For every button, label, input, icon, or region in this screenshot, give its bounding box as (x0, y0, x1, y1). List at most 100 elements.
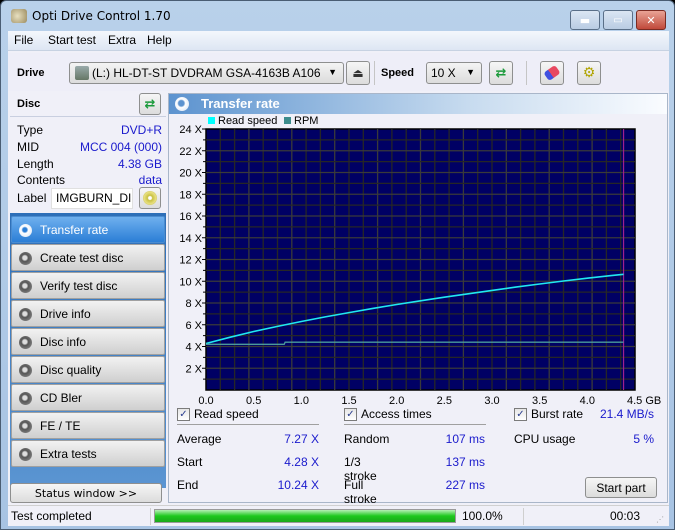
nav-label: CD Bler (40, 391, 83, 405)
status-divider (150, 508, 151, 525)
nav-disc-quality[interactable]: Disc quality (11, 356, 165, 383)
drive-info-icon (19, 308, 32, 321)
drive-label: Drive (17, 67, 45, 79)
y-tick-label: 12 X (179, 255, 202, 267)
nav-transfer-rate[interactable]: Transfer rate (11, 216, 165, 243)
end-value: 10.24 X (277, 478, 319, 492)
disc-contents-value: data (138, 173, 162, 187)
nav-label: Create test disc (40, 251, 124, 265)
progress-text: 100.0% (462, 509, 503, 523)
nav-extra-tests[interactable]: Extra tests (11, 440, 165, 467)
settings-button[interactable]: ⚙ (577, 61, 601, 85)
nav-disc-info[interactable]: Disc info (11, 328, 165, 355)
nav-verify-test-disc[interactable]: Verify test disc (11, 272, 165, 299)
disc-label-button[interactable] (139, 187, 161, 209)
legend-label: Read speed (218, 115, 277, 127)
status-window-button[interactable]: Status window >> (10, 483, 162, 503)
disc-icon (143, 191, 157, 205)
status-text: Test completed (11, 509, 92, 523)
cd-bler-icon (19, 392, 32, 405)
speed-select[interactable]: 10 X ▼ (426, 62, 482, 84)
disc-header: Disc ⇄ (10, 91, 166, 117)
burst-rate-checkbox[interactable]: ✓ (514, 408, 527, 421)
refresh-icon: ⇄ (495, 65, 507, 81)
nav-create-test-disc[interactable]: Create test disc (11, 244, 165, 271)
eject-icon: ⏏ (352, 66, 364, 80)
resize-grip-icon[interactable]: ⋰ (656, 515, 664, 524)
window-title: Opti Drive Control 1.70 (32, 9, 171, 23)
progress-bar (154, 509, 456, 523)
title-bar: Opti Drive Control 1.70 ▬ ▭ ✕ (1, 1, 674, 31)
end-label: End (177, 478, 199, 492)
menu-help[interactable]: Help (147, 33, 172, 47)
transfer-rate-chart: 2 X 4 X 6 X 8 X 10 X 12 X 14 X 16 X 18 X 20 X 22 X… (179, 115, 661, 405)
status-bar: Test completed 100.0% 00:03 ⋰ (8, 505, 669, 526)
disc-type-label: Type (17, 123, 44, 137)
create-disc-icon (19, 252, 32, 265)
cpu-usage-label: CPU usage (514, 432, 576, 446)
full-stroke-label: Full stroke (344, 478, 377, 506)
y-tick-label: 22 X (179, 146, 202, 158)
maximize-button[interactable]: ▭ (603, 10, 633, 30)
status-divider (523, 508, 524, 525)
nav-cd-bler[interactable]: CD Bler (11, 384, 165, 411)
maximize-icon: ▭ (613, 14, 623, 26)
access-times-checkbox[interactable]: ✓ (344, 408, 357, 421)
disc-type-value: DVD+R (120, 123, 162, 137)
drive-select-value: (L:) HL-DT-ST DVDRAM GSA-4163B A106 (92, 66, 321, 80)
refresh-speed-button[interactable]: ⇄ (489, 61, 513, 85)
average-value: 7.27 X (284, 432, 319, 446)
x-tick-label: 0.5 (246, 395, 261, 405)
third-stroke-value: 137 ms (445, 455, 485, 469)
close-button[interactable]: ✕ (636, 10, 666, 30)
nav-label: Transfer rate (40, 223, 109, 237)
access-times-label: Access times (361, 407, 432, 421)
y-tick-label: 8 X (185, 298, 202, 310)
start-part-button[interactable]: Start part (585, 477, 657, 498)
gears-icon: ⚙ (582, 65, 596, 81)
nav-label: Extra tests (40, 447, 97, 461)
menu-start-test[interactable]: Start test (48, 33, 96, 47)
x-tick-label: 1.5 (341, 395, 356, 405)
nav-label: FE / TE (40, 419, 81, 433)
burst-rate-value: 21.4 MB/s (599, 407, 654, 421)
menu-file[interactable]: File (14, 33, 33, 47)
disc-label-field[interactable]: IMGBURN_DIS (51, 188, 133, 209)
refresh-disc-button[interactable]: ⇄ (139, 93, 161, 115)
elapsed-time: 00:03 (610, 509, 641, 523)
y-tick-label: 6 X (185, 320, 202, 332)
speed-label: Speed (381, 67, 415, 79)
menu-extra[interactable]: Extra (108, 33, 136, 47)
x-tick-label: 1.0 (294, 395, 309, 405)
minimize-icon: ▬ (579, 13, 591, 27)
client-area: File Start test Extra Help Drive (L:) HL… (8, 31, 669, 526)
drive-icon (75, 66, 89, 80)
drive-select[interactable]: (L:) HL-DT-ST DVDRAM GSA-4163B A106 ▼ (69, 62, 344, 84)
divider (344, 424, 486, 425)
toolbar: Drive (L:) HL-DT-ST DVDRAM GSA-4163B A10… (8, 53, 669, 91)
toolbar-separator (526, 61, 527, 85)
x-tick-label: 2.0 (389, 395, 404, 405)
x-tick-label: 0.0 (198, 395, 213, 405)
minimize-button[interactable]: ▬ (570, 10, 600, 30)
full-stroke-value: 227 ms (445, 478, 485, 492)
x-tick-label: 2.5 (437, 395, 452, 405)
disc-type-row: Type DVD+R (17, 123, 162, 139)
chevron-down-icon: ▼ (328, 67, 337, 77)
eject-button[interactable]: ⏏ (346, 61, 370, 85)
speed-select-value: 10 X (431, 66, 456, 80)
disc-length-row: Length 4.38 GB (17, 157, 162, 173)
average-label: Average (177, 432, 222, 446)
y-tick-label: 2 X (185, 363, 202, 375)
start-label: Start (177, 455, 203, 469)
nav-fe-te[interactable]: FE / TE (11, 412, 165, 439)
y-tick-label: 24 X (179, 124, 202, 136)
nav-label: Disc quality (40, 363, 102, 377)
erase-button[interactable] (540, 61, 564, 85)
nav-drive-info[interactable]: Drive info (11, 300, 165, 327)
read-speed-checkbox[interactable]: ✓ (177, 408, 190, 421)
random-value: 107 ms (445, 432, 485, 446)
x-tick-label: 4.0 (580, 395, 595, 405)
fe-te-icon (19, 420, 32, 433)
disc-mid-row: MID MCC 004 (000) (17, 140, 162, 156)
